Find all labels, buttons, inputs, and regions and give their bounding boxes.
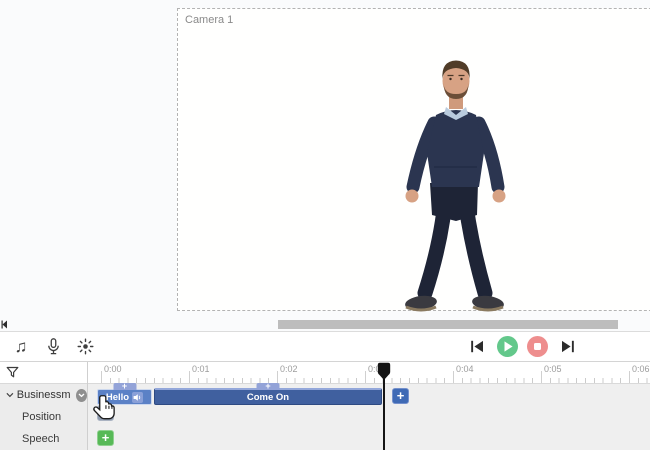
chevron-down-icon[interactable] — [6, 392, 14, 398]
brightness-icon[interactable] — [74, 336, 96, 358]
ruler-minor-ticks — [101, 378, 650, 383]
microphone-icon[interactable] — [42, 336, 64, 358]
stop-button[interactable] — [527, 336, 548, 357]
add-speech-button[interactable]: + — [97, 430, 114, 446]
add-position-button[interactable]: + — [97, 405, 114, 421]
ruler-major-tick — [365, 371, 366, 383]
add-animation-button[interactable]: + — [392, 388, 409, 404]
camera-label: Camera 1 — [185, 14, 233, 26]
ruler-label: 0:06 — [632, 364, 650, 374]
chevron-down-icon — [78, 393, 85, 398]
audio-icon — [132, 392, 143, 403]
ruler-major-tick — [101, 371, 102, 383]
clip-come-on[interactable]: + Come On — [154, 388, 382, 405]
skip-to-end-button[interactable] — [557, 336, 579, 358]
play-button[interactable] — [497, 336, 518, 357]
filter-row — [0, 362, 87, 384]
filter-icon[interactable] — [6, 366, 19, 379]
scrollbar-thumb[interactable] — [278, 320, 618, 329]
ruler-major-tick — [541, 371, 542, 383]
timeline: Businessm... Position Speech 0:00 0:01 0:0… — [0, 362, 650, 450]
stop-icon — [534, 343, 542, 351]
track-options-badge[interactable] — [76, 389, 87, 402]
music-notes-icon[interactable]: ♫ — [10, 336, 32, 358]
horizontal-scrollbar[interactable] — [0, 319, 650, 330]
track-label-businessman: Businessm... — [17, 389, 71, 401]
clip-add-tab[interactable]: + — [257, 383, 280, 390]
clip-add-tab[interactable]: + — [113, 383, 136, 390]
ruler-label: 0:02 — [280, 364, 298, 374]
ruler-label: 0:04 — [456, 364, 474, 374]
ruler-label: 0:01 — [192, 364, 210, 374]
asset-tool-group: ♫ — [10, 332, 96, 361]
clip-label: Come On — [247, 392, 289, 403]
ruler-label: 0:00 — [104, 364, 122, 374]
track-label-position: Position — [0, 411, 61, 423]
track-row-position[interactable]: Position — [0, 406, 87, 428]
playhead-marker[interactable] — [377, 362, 391, 381]
ruler-major-tick — [629, 371, 630, 383]
ruler-major-tick — [277, 371, 278, 383]
ruler-major-tick — [189, 371, 190, 383]
tracks-area[interactable]: + Hello + Come On + + + — [88, 384, 650, 450]
ruler-label: 0:05 — [544, 364, 562, 374]
transport-controls — [466, 332, 579, 361]
track-row-businessman[interactable]: Businessm... — [0, 384, 87, 406]
businessman-character[interactable] — [398, 57, 512, 315]
time-ruler[interactable]: 0:000:010:020:030:040:050:06 — [88, 362, 650, 384]
timeline-toolbar: ♫ — [0, 331, 650, 362]
clip-hello[interactable]: + Hello — [97, 389, 152, 405]
camera-viewport: Camera 1 — [177, 8, 650, 311]
skip-to-start-button[interactable] — [466, 336, 488, 358]
ruler-major-tick — [453, 371, 454, 383]
clip-label: Hello — [106, 392, 129, 403]
track-label-speech: Speech — [0, 433, 59, 445]
track-row-speech[interactable]: Speech — [0, 428, 87, 450]
track-panel: Businessm... Position Speech — [0, 362, 88, 450]
scrollbar-left-arrow-icon[interactable] — [1, 320, 8, 329]
